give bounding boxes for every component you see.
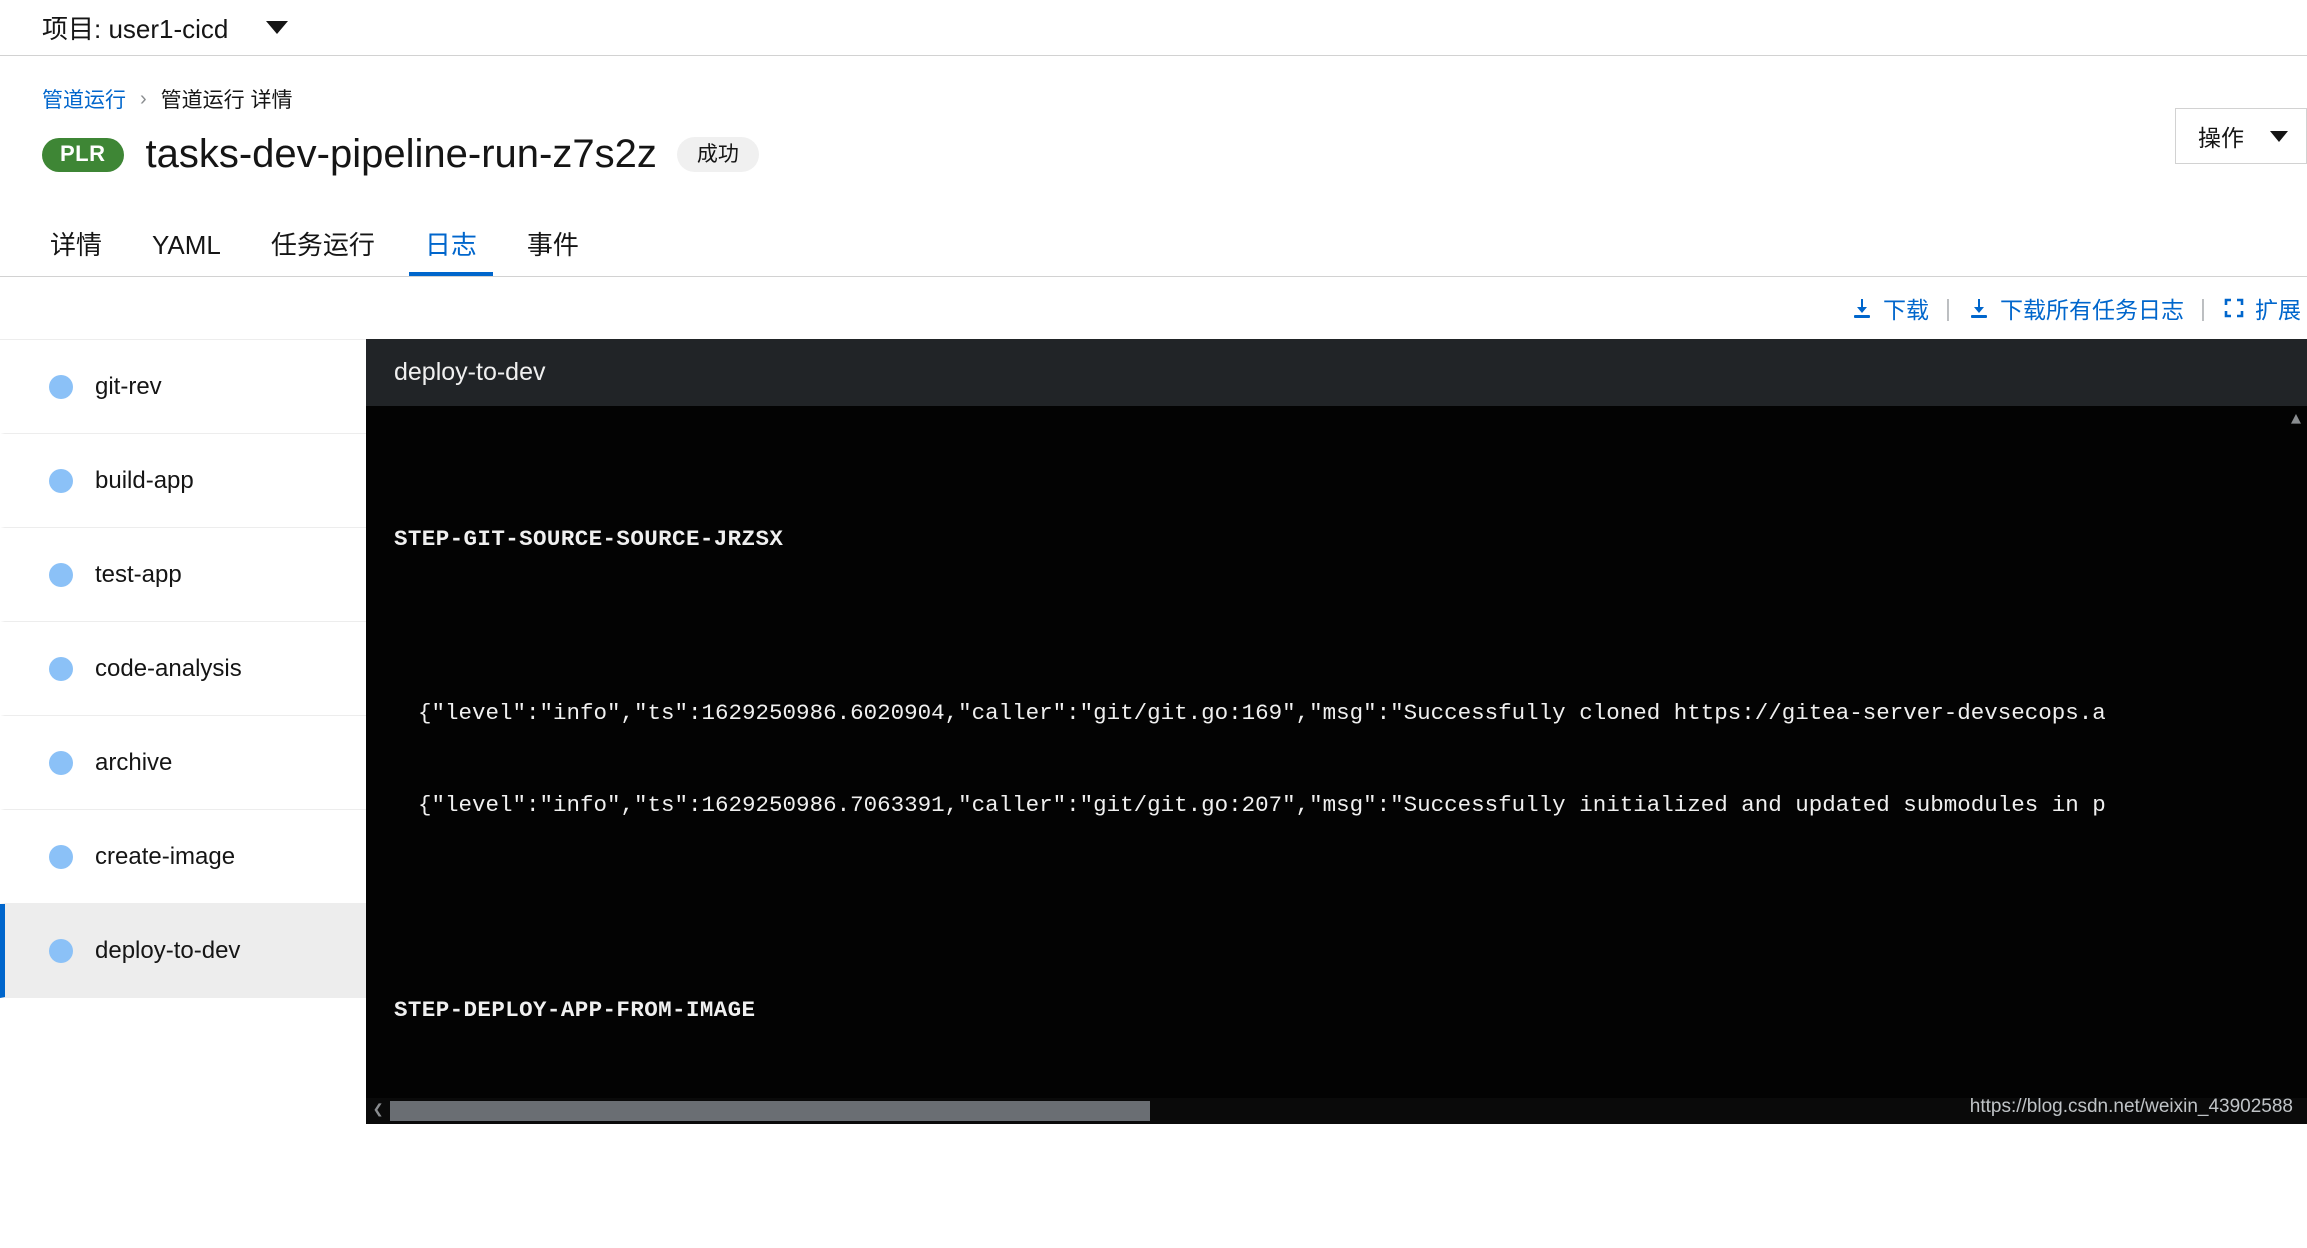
- status-dot-icon: [49, 938, 73, 963]
- log-toolbar: 下载 | 下载所有任务日志 | 扩展: [0, 277, 2307, 339]
- task-list-item-label: git-rev: [95, 372, 162, 400]
- breadcrumb-link-pipeline-runs[interactable]: 管道运行: [42, 84, 126, 114]
- status-dot-icon: [49, 374, 73, 399]
- page-root: 项目: user1-cicd 管道运行 › 管道运行 详情 PLR tasks-…: [0, 0, 2307, 1248]
- status-dot-icon: [49, 844, 73, 869]
- task-list-item-label: deploy-to-dev: [95, 936, 241, 964]
- status-dot-icon: [49, 656, 73, 681]
- chevron-down-icon: [2270, 130, 2288, 142]
- page-header: PLR tasks-dev-pipeline-run-z7s2z 成功 操作: [0, 108, 2307, 177]
- tab-events[interactable]: 事件: [511, 232, 595, 276]
- chevron-down-icon[interactable]: [266, 21, 289, 34]
- task-list-item-label: archive: [95, 748, 173, 776]
- download-all-logs-label: 下载所有任务日志: [2000, 297, 2185, 323]
- status-badge: 成功: [676, 137, 759, 172]
- status-dot-icon: [49, 468, 73, 493]
- log-vertical-scrollbar[interactable]: ▲ ▼: [2285, 406, 2307, 1124]
- task-list-item-deploy-to-dev[interactable]: deploy-to-dev: [0, 904, 366, 998]
- caret-left-icon[interactable]: ❮: [366, 1096, 390, 1124]
- task-list: git-rev build-app test-app code-analysis…: [0, 339, 366, 1124]
- log-line: {"level":"info","ts":1629250986.6020904,…: [418, 700, 2106, 726]
- log-step-title: STEP-GIT-SOURCE-SOURCE-JRZSX: [394, 525, 784, 552]
- task-list-item-build-app[interactable]: build-app: [0, 434, 366, 528]
- resource-kind-badge: PLR: [42, 137, 124, 172]
- logs-body: git-rev build-app test-app code-analysis…: [0, 339, 2307, 1124]
- log-output[interactable]: STEP-GIT-SOURCE-SOURCE-JRZSX {"level":"i…: [366, 406, 2307, 1124]
- download-all-logs-button[interactable]: 下载所有任务日志: [1967, 291, 2184, 325]
- tab-task-runs[interactable]: 任务运行: [255, 232, 391, 276]
- log-horizontal-scroll-thumb[interactable]: [390, 1101, 1150, 1121]
- project-bar: 项目: user1-cicd: [0, 0, 2307, 56]
- tab-bar: 详情 YAML 任务运行 日志 事件: [0, 213, 2307, 277]
- watermark: https://blog.csdn.net/weixin_43902588: [1969, 1095, 2293, 1117]
- log-panel-header: deploy-to-dev: [366, 339, 2307, 406]
- tab-details[interactable]: 详情: [34, 232, 118, 276]
- tab-yaml[interactable]: YAML: [136, 232, 237, 276]
- tab-logs[interactable]: 日志: [408, 232, 493, 276]
- breadcrumb-current: 管道运行 详情: [160, 89, 293, 112]
- log-step-title: STEP-DEPLOY-APP-FROM-IMAGE: [394, 996, 756, 1023]
- task-list-item-test-app[interactable]: test-app: [0, 528, 366, 622]
- task-list-item-create-image[interactable]: create-image: [0, 810, 366, 904]
- status-dot-icon: [49, 562, 73, 587]
- task-list-item-label: build-app: [95, 466, 194, 494]
- toolbar-divider: |: [2200, 294, 2206, 321]
- breadcrumb: 管道运行 › 管道运行 详情: [0, 56, 2307, 114]
- actions-button[interactable]: 操作: [2175, 108, 2307, 164]
- caret-up-icon[interactable]: ▲: [2291, 406, 2301, 435]
- expand-log-button[interactable]: 扩展: [2222, 291, 2301, 325]
- task-list-item-label: test-app: [95, 560, 182, 588]
- status-dot-icon: [49, 750, 73, 775]
- toolbar-divider: |: [1945, 294, 1952, 321]
- log-panel: deploy-to-dev STEP-GIT-SOURCE-SOURCE-JRZ…: [366, 339, 2307, 1124]
- task-list-item-git-rev[interactable]: git-rev: [0, 340, 366, 434]
- expand-log-label: 扩展: [2255, 297, 2301, 323]
- task-list-item-archive[interactable]: archive: [0, 716, 366, 810]
- project-selector-label[interactable]: 项目: user1-cicd: [42, 9, 228, 46]
- expand-icon: [2222, 296, 2246, 320]
- download-icon: [1967, 296, 1991, 320]
- log-line: {"level":"info","ts":1629250986.7063391,…: [418, 791, 2106, 818]
- breadcrumb-separator-icon: ›: [140, 87, 147, 110]
- task-list-item-label: code-analysis: [95, 654, 242, 682]
- actions-button-label: 操作: [2198, 125, 2244, 151]
- download-icon: [1850, 296, 1874, 320]
- page-title: tasks-dev-pipeline-run-z7s2z: [145, 132, 657, 176]
- task-list-item-code-analysis[interactable]: code-analysis: [0, 622, 366, 716]
- task-list-item-label: create-image: [95, 842, 236, 870]
- download-log-label: 下载: [1883, 297, 1930, 323]
- download-log-button[interactable]: 下载: [1850, 291, 1929, 325]
